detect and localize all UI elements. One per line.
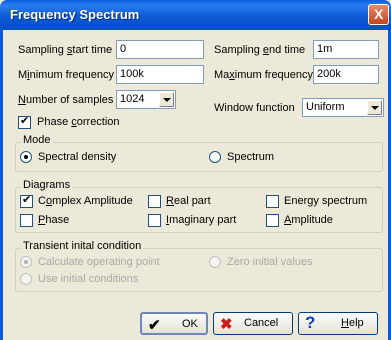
question-icon: ? xyxy=(305,313,316,332)
window-title: Frequency Spectrum xyxy=(10,7,140,22)
phase-correction-label: Phase correction xyxy=(37,116,120,128)
minimum-frequency-input[interactable]: 100k xyxy=(116,65,204,84)
close-button[interactable]: X xyxy=(368,4,389,25)
use-initial-conditions-radio[interactable] xyxy=(20,273,32,285)
maximum-frequency-label: Maximum frequency xyxy=(214,69,314,81)
calculate-operating-point-radio[interactable] xyxy=(20,256,32,268)
spectral-density-label: Spectral density xyxy=(38,151,117,163)
close-icon: X xyxy=(374,6,384,22)
help-button[interactable]: ? Help xyxy=(298,312,378,335)
spectrum-label: Spectrum xyxy=(227,151,275,163)
sampling-start-time-input[interactable]: 0 xyxy=(116,40,204,59)
complex-amplitude-checkbox[interactable] xyxy=(20,193,33,208)
number-of-samples-value: 1024 xyxy=(120,93,145,105)
check-icon: ✔ xyxy=(148,317,161,334)
dialog-body: Sampling start time 0 Sampling end time … xyxy=(0,30,391,340)
phase-correction-checkbox[interactable] xyxy=(18,114,31,129)
zero-initial-values-radio[interactable] xyxy=(209,256,221,268)
number-of-samples-select[interactable]: 1024 xyxy=(116,90,176,109)
cancel-button[interactable]: ✖ Cancel xyxy=(213,312,293,335)
use-initial-conditions-label: Use initial conditions xyxy=(38,273,139,285)
diagrams-group xyxy=(15,187,383,233)
amplitude-checkbox[interactable] xyxy=(266,214,279,227)
energy-spectrum-checkbox[interactable] xyxy=(266,195,279,208)
imaginary-part-label: Imaginary part xyxy=(166,214,237,226)
chevron-down-icon[interactable] xyxy=(367,100,382,115)
sampling-end-time-input[interactable]: 1m xyxy=(313,40,379,59)
calculate-operating-point-label: Calculate operating point xyxy=(38,256,160,268)
energy-spectrum-label: Energy spectrum xyxy=(284,195,368,207)
window-function-select[interactable]: Uniform xyxy=(302,98,384,117)
real-part-label: Real part xyxy=(166,195,211,207)
real-part-checkbox[interactable] xyxy=(148,195,161,208)
ok-button[interactable]: ✔ OK xyxy=(140,312,208,335)
transient-group-title: Transient inital condition xyxy=(21,240,144,252)
number-of-samples-label: Number of samples xyxy=(18,94,114,106)
sampling-start-time-label: Sampling start time xyxy=(18,44,113,56)
minimum-frequency-label: Minimum frequency xyxy=(18,69,114,81)
phase-label: Phase xyxy=(38,214,70,226)
complex-amplitude-label: Complex Amplitude xyxy=(38,195,133,207)
phase-checkbox[interactable] xyxy=(20,214,33,227)
mode-group-title: Mode xyxy=(21,134,53,146)
window-function-value: Uniform xyxy=(306,101,345,113)
chevron-down-icon[interactable] xyxy=(159,92,174,107)
spectral-density-radio[interactable] xyxy=(20,151,32,163)
diagrams-group-title: Diagrams xyxy=(21,179,73,191)
window-function-label: Window function xyxy=(214,102,295,114)
title-bar[interactable]: Frequency Spectrum X xyxy=(0,0,391,30)
amplitude-label: Amplitude xyxy=(284,214,333,226)
sampling-end-time-label: Sampling end time xyxy=(214,44,306,56)
spectrum-radio[interactable] xyxy=(209,151,221,163)
x-icon: ✖ xyxy=(220,316,233,333)
maximum-frequency-input[interactable]: 200k xyxy=(313,65,379,84)
transient-group xyxy=(15,248,383,292)
imaginary-part-checkbox[interactable] xyxy=(148,214,161,227)
zero-initial-values-label: Zero initial values xyxy=(227,256,313,268)
